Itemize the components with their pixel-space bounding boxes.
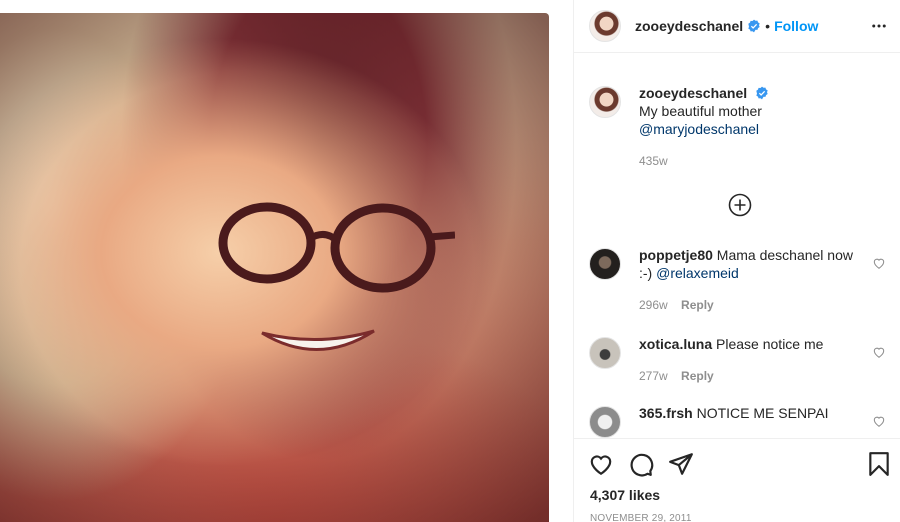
share-icon[interactable]: [668, 451, 694, 477]
post-photo[interactable]: [0, 13, 549, 522]
reply-button[interactable]: Reply: [681, 298, 714, 312]
comment-text: NOTICE ME SENPAI: [696, 405, 829, 421]
caption-mention-link[interactable]: @maryjodeschanel: [639, 120, 865, 138]
reply-button[interactable]: Reply: [681, 369, 714, 383]
comment-item: xotica.luna Please notice me 277w Reply: [589, 335, 886, 385]
comment-item: poppetje80 Mama deschanel now :-) @relax…: [589, 246, 886, 314]
comment-age: 296w: [639, 298, 668, 312]
header-separator: •: [765, 18, 771, 34]
commenter-username[interactable]: poppetje80: [639, 247, 713, 263]
post-date: NOVEMBER 29, 2011: [590, 513, 692, 522]
owner-avatar[interactable]: [589, 10, 621, 42]
caption-username[interactable]: zooeydeschanel: [639, 85, 747, 101]
heart-icon[interactable]: [872, 256, 886, 270]
post-side-panel: zooeydeschanel • Follow zooeydeschanel M…: [573, 0, 900, 522]
comment-text: Please notice me: [716, 336, 824, 352]
photo-vignette: [0, 13, 549, 522]
more-options-icon[interactable]: [870, 17, 888, 35]
add-circle-icon[interactable]: [728, 193, 752, 217]
comments-thread[interactable]: zooeydeschanel My beautiful mother @mary…: [574, 54, 900, 438]
follow-button[interactable]: Follow: [774, 18, 818, 34]
caption-age: 435w: [639, 154, 668, 168]
commenter-avatar[interactable]: [589, 248, 621, 280]
verified-badge-icon: [756, 86, 768, 100]
caption-avatar[interactable]: [589, 86, 621, 118]
commenter-username[interactable]: xotica.luna: [639, 336, 712, 352]
commenter-username[interactable]: 365.frsh: [639, 405, 693, 421]
caption-text: My beautiful mother: [639, 103, 762, 119]
verified-badge-icon: [748, 19, 760, 33]
owner-username[interactable]: zooeydeschanel: [635, 18, 743, 34]
comment-age: 277w: [639, 369, 668, 383]
commenter-avatar[interactable]: [589, 406, 621, 438]
post-actions-bar: 4,307 likes NOVEMBER 29, 2011: [574, 438, 900, 522]
post-header: zooeydeschanel • Follow: [574, 0, 900, 53]
heart-icon[interactable]: [872, 345, 886, 359]
comment-icon[interactable]: [628, 451, 654, 477]
commenter-avatar[interactable]: [589, 337, 621, 369]
heart-icon[interactable]: [588, 451, 614, 477]
caption-entry: zooeydeschanel My beautiful mother @mary…: [589, 84, 886, 170]
bookmark-icon[interactable]: [866, 451, 892, 477]
comment-item: 365.frsh NOTICE ME SENPAI: [589, 404, 886, 438]
comment-mention-link[interactable]: @relaxemeid: [656, 265, 739, 281]
likes-count[interactable]: 4,307 likes: [590, 487, 660, 503]
heart-icon[interactable]: [872, 414, 886, 428]
